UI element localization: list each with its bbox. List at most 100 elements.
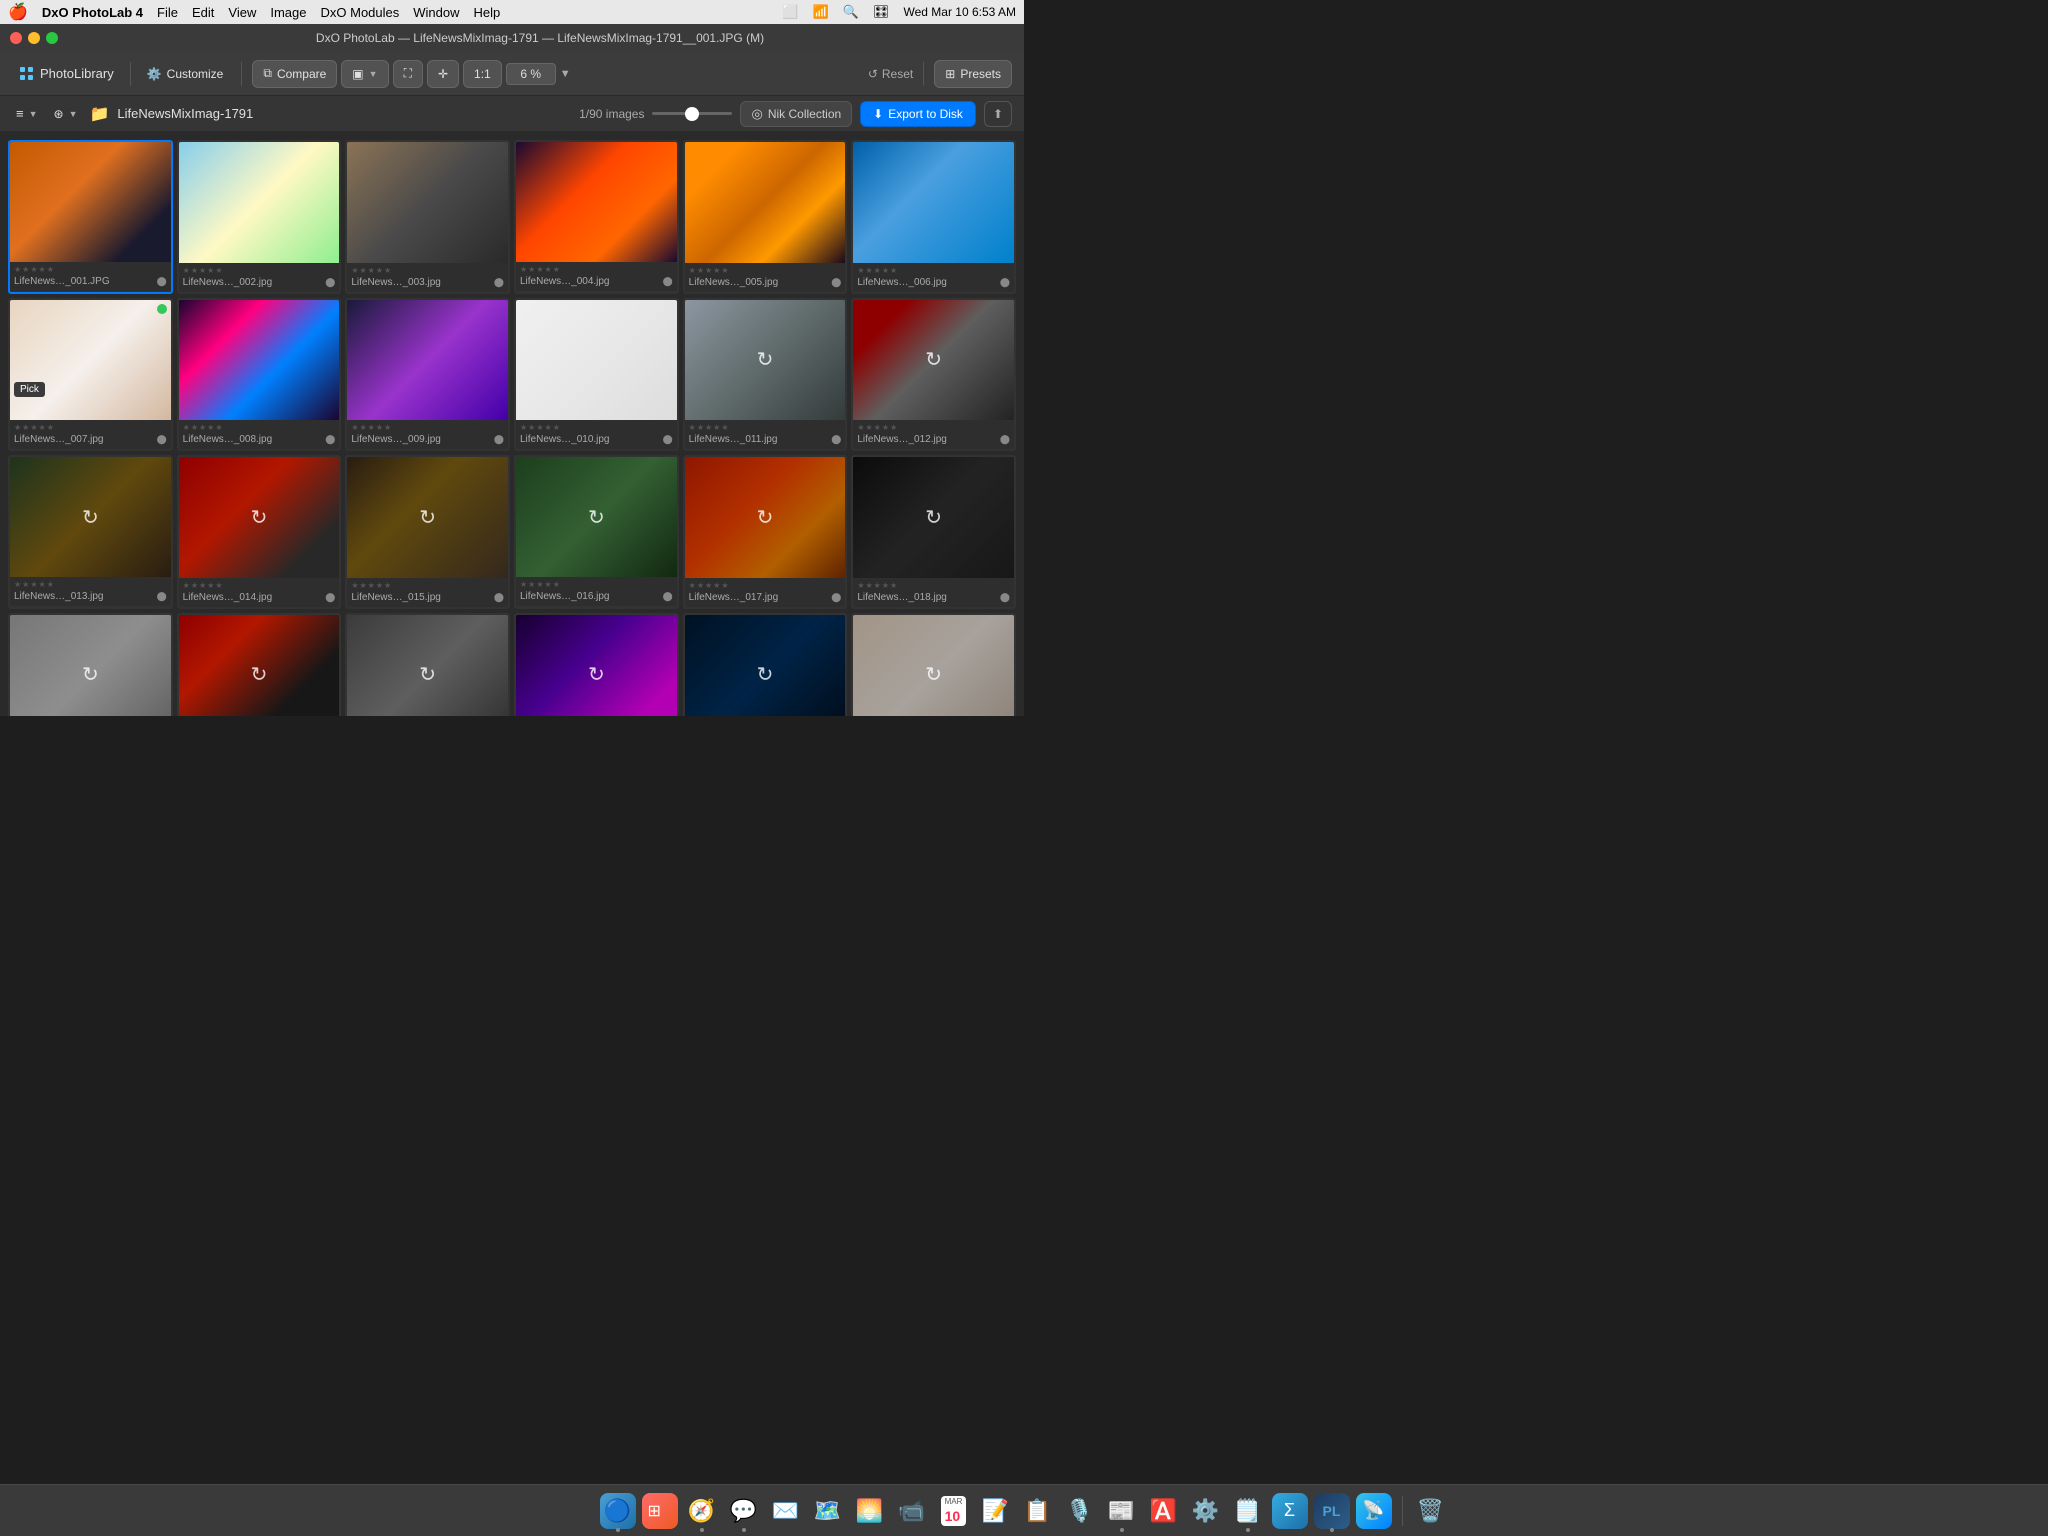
photo-library-button[interactable]: PhotoLibrary	[12, 62, 122, 85]
dock-reminders[interactable]: 📋	[1020, 1493, 1056, 1529]
app-name-menu[interactable]: DxO PhotoLab 4	[42, 5, 143, 20]
search-icon[interactable]: 🔍	[843, 4, 859, 20]
photo-item-23[interactable]: ↻★★★★★LifeNews…_023.jpg⬤	[683, 613, 848, 717]
photo-item-15[interactable]: ↻★★★★★LifeNews…_015.jpg⬤	[345, 455, 510, 609]
control-center-icon[interactable]: 🎛	[873, 4, 890, 20]
star-3[interactable]: ★	[545, 423, 552, 432]
star-0[interactable]: ★	[857, 266, 864, 275]
star-2[interactable]: ★	[874, 581, 881, 590]
star-0[interactable]: ★	[351, 266, 358, 275]
star-3[interactable]: ★	[545, 580, 552, 589]
photo-item-2[interactable]: ★★★★★LifeNews…_002.jpg⬤	[177, 140, 342, 294]
star-4[interactable]: ★	[890, 266, 897, 275]
star-3[interactable]: ★	[545, 265, 552, 274]
star-2[interactable]: ★	[536, 580, 543, 589]
star-1[interactable]: ★	[866, 266, 873, 275]
star-3[interactable]: ★	[882, 266, 889, 275]
dock-airdrop[interactable]: 📡	[1356, 1493, 1392, 1529]
zoom-dropdown-arrow[interactable]: ▼	[560, 68, 571, 80]
photo-item-17[interactable]: ↻★★★★★LifeNews…_017.jpg⬤	[683, 455, 848, 609]
dock-photos[interactable]: 🌅	[852, 1493, 888, 1529]
dock-notes[interactable]: 🗒️	[1230, 1493, 1266, 1529]
dock-finder[interactable]: 🔵	[600, 1493, 636, 1529]
star-1[interactable]: ★	[191, 266, 198, 275]
photo-item-22[interactable]: ↻★★★★★LifeNews…_022.jpg⬤	[514, 613, 679, 717]
star-2[interactable]: ★	[874, 266, 881, 275]
customize-button[interactable]: ⚙️ Customize	[139, 63, 232, 85]
star-1[interactable]: ★	[22, 423, 29, 432]
star-0[interactable]: ★	[689, 423, 696, 432]
star-2[interactable]: ★	[30, 423, 37, 432]
star-3[interactable]: ★	[376, 423, 383, 432]
star-3[interactable]: ★	[376, 266, 383, 275]
dock-appstore[interactable]: 🅰️	[1146, 1493, 1182, 1529]
apple-menu[interactable]: 🍎	[8, 2, 28, 22]
star-2[interactable]: ★	[536, 423, 543, 432]
star-3[interactable]: ★	[713, 581, 720, 590]
star-3[interactable]: ★	[39, 423, 46, 432]
star-4[interactable]: ★	[215, 581, 222, 590]
star-3[interactable]: ★	[376, 581, 383, 590]
star-2[interactable]: ★	[705, 423, 712, 432]
star-4[interactable]: ★	[890, 581, 897, 590]
star-1[interactable]: ★	[360, 581, 367, 590]
star-0[interactable]: ★	[520, 265, 527, 274]
star-2[interactable]: ★	[536, 265, 543, 274]
star-1[interactable]: ★	[697, 423, 704, 432]
dock-messages[interactable]: 💬	[726, 1493, 762, 1529]
photo-item-12[interactable]: ↻★★★★★LifeNews…_012.jpg⬤	[851, 298, 1016, 452]
photo-item-14[interactable]: ↻★★★★★LifeNews…_014.jpg⬤	[177, 455, 342, 609]
star-0[interactable]: ★	[183, 423, 190, 432]
star-2[interactable]: ★	[874, 423, 881, 432]
presets-button[interactable]: ⊞ Presets	[934, 60, 1012, 88]
dock-news[interactable]: 📰	[1104, 1493, 1140, 1529]
fullscreen-button[interactable]: ⛶	[393, 60, 423, 88]
photo-item-7[interactable]: Pick★★★★★LifeNews…_007.jpg⬤	[8, 298, 173, 452]
photo-item-1[interactable]: ★★★★★LifeNews…_001.JPG⬤	[8, 140, 173, 294]
star-3[interactable]: ★	[39, 580, 46, 589]
star-1[interactable]: ★	[191, 581, 198, 590]
star-2[interactable]: ★	[199, 581, 206, 590]
minimize-window-button[interactable]	[28, 32, 40, 44]
star-3[interactable]: ★	[882, 423, 889, 432]
star-4[interactable]: ★	[553, 580, 560, 589]
dock-settings[interactable]: ⚙️	[1188, 1493, 1224, 1529]
thumbnail-size-slider[interactable]	[652, 112, 732, 115]
help-menu[interactable]: Help	[474, 5, 501, 20]
dock-launchpad[interactable]: ⊞	[642, 1493, 678, 1529]
window-menu[interactable]: Window	[413, 5, 459, 20]
photo-item-24[interactable]: ↻★★★★★LifeNews…_024.jpg⬤	[851, 613, 1016, 717]
star-0[interactable]: ★	[857, 423, 864, 432]
star-1[interactable]: ★	[528, 423, 535, 432]
photo-item-16[interactable]: ↻★★★★★LifeNews…_016.jpg⬤	[514, 455, 679, 609]
star-0[interactable]: ★	[857, 581, 864, 590]
dock-calendar[interactable]: MAR 10	[936, 1493, 972, 1529]
dock-facetime[interactable]: 📹	[894, 1493, 930, 1529]
photo-item-3[interactable]: ★★★★★LifeNews…_003.jpg⬤	[345, 140, 510, 294]
star-4[interactable]: ★	[721, 581, 728, 590]
dock-safari[interactable]: 🧭	[684, 1493, 720, 1529]
sort-button[interactable]: ≡ ▼	[12, 104, 42, 123]
star-2[interactable]: ★	[199, 423, 206, 432]
dock-dxo[interactable]: PL	[1314, 1493, 1350, 1529]
maximize-window-button[interactable]	[46, 32, 58, 44]
dock-podcasts[interactable]: 🎙️	[1062, 1493, 1098, 1529]
star-0[interactable]: ★	[14, 265, 21, 274]
edit-menu[interactable]: Edit	[192, 5, 214, 20]
dock-maps[interactable]: 🗺️	[810, 1493, 846, 1529]
star-2[interactable]: ★	[30, 580, 37, 589]
star-1[interactable]: ★	[528, 580, 535, 589]
star-3[interactable]: ★	[882, 581, 889, 590]
star-4[interactable]: ★	[384, 581, 391, 590]
star-4[interactable]: ★	[721, 266, 728, 275]
star-0[interactable]: ★	[183, 581, 190, 590]
star-2[interactable]: ★	[368, 266, 375, 275]
dxo-modules-menu[interactable]: DxO Modules	[321, 5, 400, 20]
photo-item-9[interactable]: ★★★★★LifeNews…_009.jpg⬤	[345, 298, 510, 452]
star-4[interactable]: ★	[384, 423, 391, 432]
star-0[interactable]: ★	[689, 266, 696, 275]
star-1[interactable]: ★	[360, 423, 367, 432]
star-4[interactable]: ★	[553, 265, 560, 274]
photo-item-20[interactable]: ↻★★★★★LifeNews…_020.jpg⬤	[177, 613, 342, 717]
star-3[interactable]: ★	[713, 423, 720, 432]
